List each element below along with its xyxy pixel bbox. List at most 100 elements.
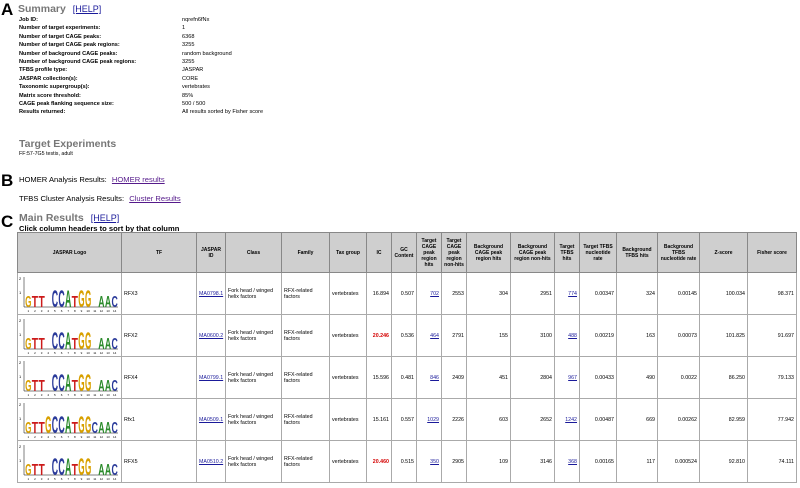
logo-cell: 2 1 1 G 2 T 3 T 4 5 C 6 C 7 A 8 T 9 G 10 G 11 12 A 13 A 14 C (17, 440, 122, 483)
column-header-background-tfbs-hits[interactable]: Background TFBS hits (616, 232, 658, 273)
logo-letter-g: G (45, 412, 51, 439)
target-tfbs-rate-cell: 0.00487 (579, 398, 617, 441)
column-header-background-region-hits[interactable]: Background CAGE peak region hits (466, 232, 511, 273)
column-header-target-tfbs-nucleotide-rate[interactable]: Target TFBS nucleotide rate (579, 232, 617, 273)
results-header-row: JASPAR Logo TF JASPAR ID Class Family Tax gro… (17, 232, 797, 273)
tf-cell: Rfx1 (121, 398, 197, 441)
target-tfbs-rate-cell: 0.00347 (579, 272, 617, 315)
logo-letter-t: T (72, 462, 78, 479)
background-tfbs-hits-cell: 669 (616, 398, 658, 441)
summary-row: CAGE peak flanking sequence size: 500 / 5… (19, 100, 263, 108)
jaspar-id-link[interactable]: MA0798.1 (199, 291, 223, 297)
target-tfbs-hits-link[interactable]: 1242 (565, 417, 577, 423)
summary-row: TFBS profile type: JASPAR (19, 66, 263, 74)
column-header-target-tfbs-hits[interactable]: Target TFBS hits (554, 232, 580, 273)
logo-letter-c: C (58, 412, 64, 439)
logo-position-number: 4 (47, 393, 49, 397)
summary-value: 3255 (182, 42, 195, 49)
target-tfbs-hits-link[interactable]: 488 (568, 333, 577, 339)
column-header-target-region-hits[interactable]: Target CAGE peak region hits (416, 232, 442, 273)
logo-letter-t: T (38, 336, 44, 353)
homer-results-line: HOMER Analysis Results: HOMER results (19, 175, 165, 184)
main-results-title: Main Results (19, 212, 84, 224)
background-tfbs-rate-cell: 0.00073 (657, 314, 700, 357)
jaspar-id-cell: MA0799.1 (196, 356, 226, 399)
logo-letter-g: G (25, 378, 31, 395)
jaspar-id-cell: MA0509.1 (196, 398, 226, 441)
target-region-hits-link[interactable]: 846 (430, 375, 439, 381)
target-region-non-hits-cell: 2791 (441, 314, 467, 357)
family-cell: RFX-related factors (281, 272, 330, 315)
jaspar-id-link[interactable]: MA0799.1 (199, 375, 223, 381)
summary-key: CAGE peak flanking sequence size: (19, 101, 114, 108)
background-region-hits-cell: 109 (466, 440, 511, 483)
cluster-results-link[interactable]: Cluster Results (129, 194, 180, 203)
logo-letter-t: T (32, 378, 38, 395)
column-header-fisher-score[interactable]: Fisher score (747, 232, 797, 273)
column-header-jaspar-logo[interactable]: JASPAR Logo (17, 232, 122, 273)
summary-row: Job ID: nqrefn6fNx (19, 16, 263, 24)
main-results-help-link[interactable]: [HELP] (91, 213, 120, 223)
column-header-ic[interactable]: IC (366, 232, 392, 273)
jaspar-id-link[interactable]: MA0600.2 (199, 333, 223, 339)
logo-letter-g: G (85, 412, 91, 439)
summary-value: All results sorted by Fisher score (182, 109, 264, 116)
fisher-score-cell: 91.697 (747, 314, 797, 357)
logo-letter-g: G (78, 370, 84, 397)
logo-letter-t: T (32, 336, 38, 353)
logo-letter-t: T (38, 378, 44, 395)
background-tfbs-rate-cell: 0.00145 (657, 272, 700, 315)
target-region-hits-link[interactable]: 350 (430, 459, 439, 465)
target-region-hits-link[interactable]: 702 (430, 291, 439, 297)
panel-label-a: A (1, 0, 14, 19)
homer-label: HOMER Analysis Results: (19, 175, 107, 184)
target-experiments-heading: Target Experiments (19, 138, 117, 150)
tf-cell: RFX5 (121, 440, 197, 483)
logo-letter-g: G (25, 336, 31, 353)
logo-y-tick: 2 (19, 276, 22, 281)
homer-results-link[interactable]: HOMER results (112, 175, 165, 184)
target-region-hits-cell: 846 (416, 356, 442, 399)
fisher-score-cell: 79.133 (747, 356, 797, 399)
background-tfbs-hits-cell: 117 (616, 440, 658, 483)
column-header-jaspar-id[interactable]: JASPAR ID (196, 232, 226, 273)
summary-value: vertebrates (182, 84, 210, 91)
column-header-background-tfbs-nucleotide-rate[interactable]: Background TFBS nucleotide rate (657, 232, 700, 273)
results-row: 2 1 1 G 2 T 3 T 4 5 C 6 C 7 A 8 T 9 G 10 G 11 12 A 13 A 14 C RFX4 MA0… (17, 356, 797, 399)
logo-letter-g: G (78, 454, 84, 481)
logo-letter-c: C (112, 462, 119, 479)
column-header-tf[interactable]: TF (121, 232, 197, 273)
ic-cell: 15.161 (366, 398, 392, 441)
column-header-family[interactable]: Family (281, 232, 330, 273)
target-region-hits-cell: 464 (416, 314, 442, 357)
summary-key: Job ID: (19, 17, 38, 23)
background-region-hits-cell: 155 (466, 314, 511, 357)
column-header-tax-group[interactable]: Tax group (329, 232, 367, 273)
column-header-background-region-non-hits[interactable]: Background CAGE peak region non-hits (510, 232, 555, 273)
jaspar-id-link[interactable]: MA0509.1 (199, 417, 223, 423)
logo-letter-g: G (78, 286, 84, 313)
logo-position-number: 11 (93, 351, 96, 355)
target-tfbs-hits-link[interactable]: 774 (568, 291, 577, 297)
background-tfbs-hits-cell: 490 (616, 356, 658, 399)
target-tfbs-rate-cell: 0.00433 (579, 356, 617, 399)
background-tfbs-rate-cell: 0.000524 (657, 440, 700, 483)
column-header-gc-content[interactable]: GC Content (391, 232, 417, 273)
column-header-z-score[interactable]: Z-score (699, 232, 748, 273)
column-header-class[interactable]: Class (225, 232, 282, 273)
summary-help-link[interactable]: [HELP] (73, 4, 102, 14)
z-score-cell: 82.959 (699, 398, 748, 441)
target-region-hits-link[interactable]: 464 (430, 333, 439, 339)
target-region-hits-link[interactable]: 1029 (427, 417, 439, 423)
target-tfbs-hits-link[interactable]: 368 (568, 459, 577, 465)
target-tfbs-hits-link[interactable]: 967 (568, 375, 577, 381)
summary-key: Number of target CAGE peaks: (19, 33, 102, 40)
jaspar-id-link[interactable]: MA0510.2 (199, 459, 223, 465)
background-tfbs-hits-cell: 163 (616, 314, 658, 357)
logo-letter-t: T (72, 378, 78, 395)
column-header-target-region-non-hits[interactable]: Target CAGE peak region non-hits (441, 232, 467, 273)
gc-content-cell: 0.515 (391, 440, 417, 483)
jaspar-id-cell: MA0798.1 (196, 272, 226, 315)
family-cell: RFX-related factors (281, 440, 330, 483)
family-cell: RFX-related factors (281, 398, 330, 441)
